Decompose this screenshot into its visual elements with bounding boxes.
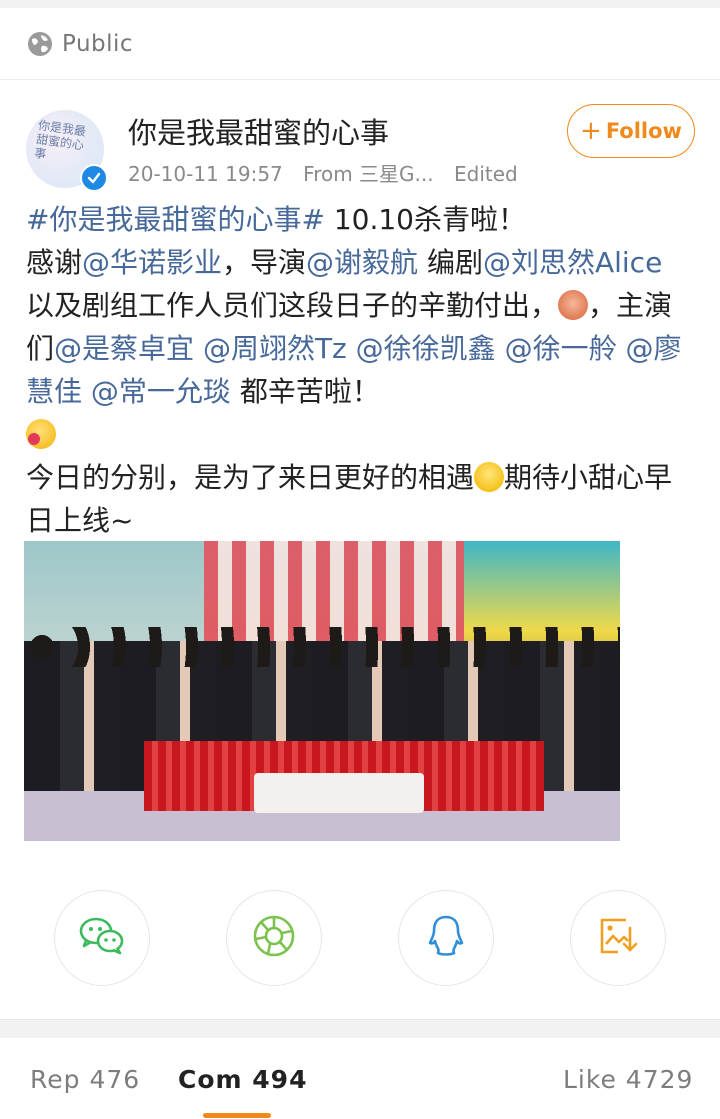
follow-label: Follow bbox=[605, 119, 682, 143]
share-row bbox=[0, 890, 720, 990]
top-strip bbox=[0, 0, 720, 8]
wechat-icon bbox=[78, 915, 126, 961]
section-divider bbox=[0, 1019, 720, 1038]
emoji-icon bbox=[26, 419, 56, 449]
share-wechat-button[interactable] bbox=[54, 890, 150, 986]
post-text-segment: 感谢 bbox=[26, 246, 83, 279]
post-time: 20-10-11 19:57 bbox=[128, 162, 283, 186]
share-moments-button[interactable] bbox=[226, 890, 322, 986]
mention-link[interactable]: @徐徐凯鑫 bbox=[356, 332, 496, 365]
edited-label: Edited bbox=[453, 162, 518, 186]
plus-icon: + bbox=[580, 116, 602, 146]
active-tab-indicator bbox=[203, 1113, 271, 1118]
post-meta: 20-10-11 19:57 From 三星G... Edited bbox=[128, 158, 532, 187]
visibility-bar: Public bbox=[0, 8, 720, 80]
tab-comments[interactable]: Com 494 bbox=[178, 1065, 307, 1094]
moments-icon bbox=[251, 913, 297, 963]
post-source: From 三星G... bbox=[303, 162, 434, 186]
author-name[interactable]: 你是我最甜蜜的心事 bbox=[128, 110, 389, 152]
save-image-button[interactable] bbox=[570, 890, 666, 986]
mention-link[interactable]: @是蔡卓宜 bbox=[54, 332, 194, 365]
mention-link[interactable]: @谢毅航 bbox=[306, 246, 418, 279]
mention-link[interactable]: @刘思然Alice bbox=[483, 246, 662, 279]
visibility-label: Public bbox=[62, 30, 134, 57]
verified-icon bbox=[80, 164, 108, 192]
post-text-segment: 10.10杀青啦！ bbox=[324, 203, 526, 236]
post-text-segment: ，导演 bbox=[222, 246, 307, 279]
post-text-segment: 以及剧组工作人员们这段日子的辛勤付出， bbox=[26, 289, 559, 322]
mention-link[interactable]: @华诺影业 bbox=[82, 246, 222, 279]
tab-reposts[interactable]: Rep 476 bbox=[30, 1065, 140, 1094]
post-text: #你是我最甜蜜的心事# 10.10杀青啦！ 感谢@华诺影业，导演@谢毅航 编剧@刘… bbox=[26, 198, 696, 542]
mention-link[interactable]: @周翊然Tz bbox=[203, 332, 347, 365]
post-text-segment: 今日的分别，是为了来日更好的相遇 bbox=[26, 461, 475, 494]
share-qq-button[interactable] bbox=[398, 890, 494, 986]
avatar-calligraphy: 你是我最甜蜜的心事 bbox=[33, 118, 87, 162]
emoji-icon bbox=[474, 462, 505, 492]
tab-likes[interactable]: Like 4729 bbox=[563, 1065, 693, 1094]
mention-link[interactable]: @徐一舲 bbox=[505, 332, 617, 365]
post-text-segment: 都辛苦啦！ bbox=[230, 375, 380, 408]
post-text-segment: 编剧 bbox=[418, 246, 483, 279]
qq-icon bbox=[426, 913, 466, 963]
mention-link[interactable]: @常一允琰 bbox=[91, 375, 231, 408]
stats-bar: Rep 476 Com 494 Like 4729 bbox=[0, 1037, 720, 1119]
follow-button[interactable]: + Follow bbox=[567, 104, 695, 158]
post-header: 你是我最甜蜜的心事 你是我最甜蜜的心事 20-10-11 19:57 From … bbox=[0, 102, 720, 202]
emoji-icon bbox=[558, 290, 589, 320]
globe-icon bbox=[26, 30, 54, 58]
save-image-icon bbox=[596, 914, 640, 962]
post-photo[interactable] bbox=[24, 541, 620, 841]
hashtag-link[interactable]: #你是我最甜蜜的心事# bbox=[26, 203, 325, 236]
